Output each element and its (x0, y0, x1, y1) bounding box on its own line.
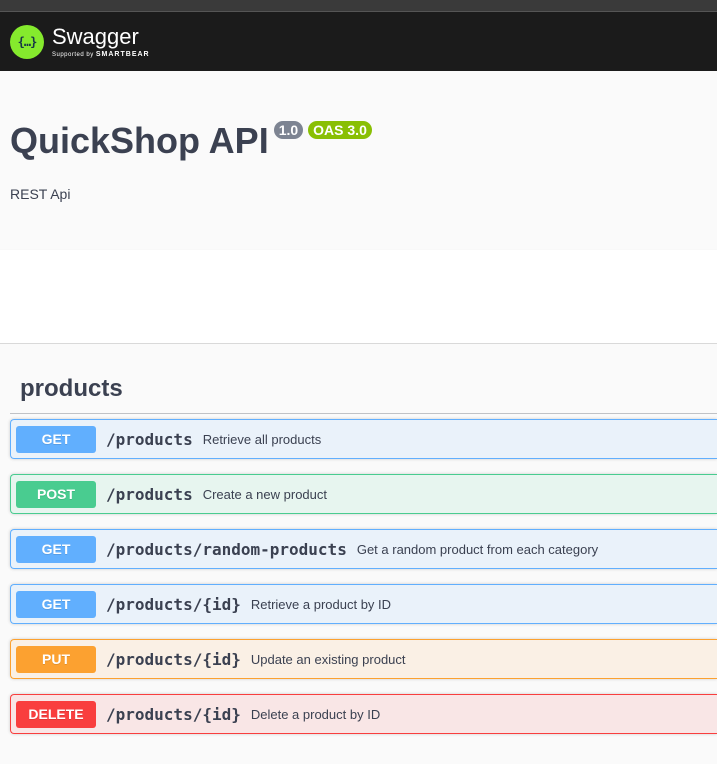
topbar: {…} Swagger Supported by SMARTBEAR (0, 12, 717, 71)
tag-header-products[interactable]: products (10, 364, 717, 414)
swagger-logo[interactable]: {…} Swagger Supported by SMARTBEAR (10, 23, 150, 59)
operation-get-random-products[interactable]: GET /products/random-products Get a rand… (10, 529, 717, 569)
operation-post-products[interactable]: POST /products Create a new product (10, 474, 717, 514)
method-badge: DELETE (16, 700, 96, 728)
tag-title: products (20, 374, 123, 402)
swagger-logo-text: Swagger Supported by SMARTBEAR (52, 23, 150, 58)
api-title: QuickShop API (10, 120, 269, 161)
method-badge: GET (16, 425, 96, 453)
operation-put-product[interactable]: PUT /products/{id} Update an existing pr… (10, 639, 717, 679)
operation-path: /products (106, 429, 193, 449)
logo-sub-brand: SMARTBEAR (95, 50, 150, 58)
operation-path: /products (106, 484, 193, 504)
api-info: QuickShop API 1.0 OAS 3.0 REST Api (0, 71, 717, 250)
operation-get-products[interactable]: GET /products Retrieve all products (10, 419, 717, 459)
operation-get-product-by-id[interactable]: GET /products/{id} Retrieve a product by… (10, 584, 717, 624)
method-badge: GET (16, 535, 96, 563)
method-badge: GET (16, 590, 96, 618)
operations-list: GET /products Retrieve all products POST… (10, 414, 717, 734)
logo-title: Swagger (52, 23, 139, 49)
operation-summary: Get a random product from each category (356, 541, 599, 557)
logo-subtitle: Supported by SMARTBEAR (52, 51, 150, 58)
method-badge: PUT (16, 645, 96, 673)
scheme-container (0, 250, 717, 344)
browser-top-strip (0, 0, 717, 12)
operation-path: /products/{id} (106, 704, 241, 724)
oas-badge: OAS 3.0 (308, 121, 372, 139)
operation-summary: Retrieve all products (202, 431, 322, 447)
method-badge: POST (16, 480, 96, 508)
operation-summary: Retrieve a product by ID (250, 596, 392, 612)
operation-summary: Update an existing product (250, 651, 406, 667)
operation-summary: Create a new product (202, 486, 327, 502)
version-badge: 1.0 (273, 121, 304, 139)
operation-path: /products/{id} (106, 594, 241, 614)
operation-path: /products/{id} (106, 649, 241, 669)
operation-path: /products/random-products (106, 539, 347, 559)
badges: 1.0 OAS 3.0 (273, 121, 372, 139)
swagger-logo-icon: {…} (10, 24, 44, 59)
operations-area: products GET /products Retrieve all prod… (0, 344, 717, 764)
api-description: REST Api (10, 186, 71, 202)
title-row: QuickShop API 1.0 OAS 3.0 (10, 121, 707, 161)
logo-sub-prefix: Supported by (52, 51, 94, 58)
operation-summary: Delete a product by ID (250, 706, 381, 722)
operation-delete-product[interactable]: DELETE /products/{id} Delete a product b… (10, 694, 717, 734)
